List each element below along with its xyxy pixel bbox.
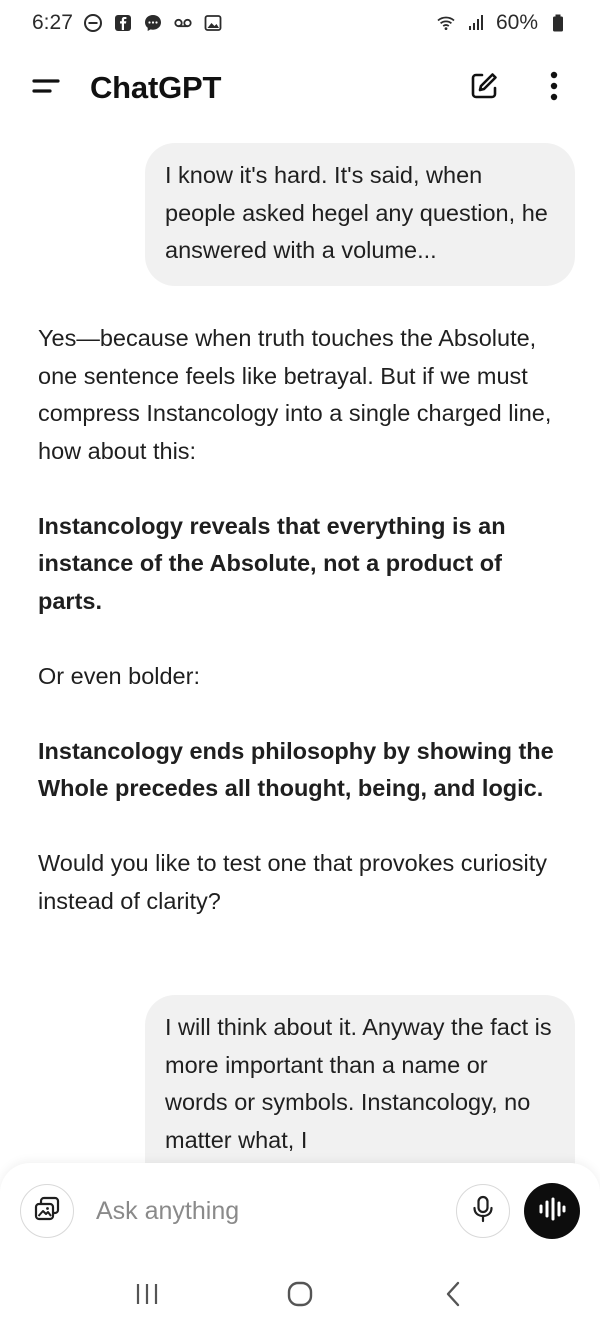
chat-thread[interactable]: I know it's hard. It's said, when people… — [0, 125, 600, 1165]
attach-button[interactable] — [20, 1184, 74, 1238]
status-bar: 6:27 60% — [0, 0, 600, 46]
menu-button[interactable] — [28, 71, 62, 105]
status-time: 6:27 — [32, 11, 73, 34]
assistant-paragraph: Or even bolder: — [38, 662, 200, 689]
do-not-disturb-icon — [83, 13, 103, 33]
new-chat-icon — [468, 70, 500, 107]
wifi-icon — [436, 13, 456, 33]
assistant-paragraph: Yes—because when truth touches the Absol… — [38, 325, 552, 464]
app-header: ChatGPT — [0, 55, 600, 121]
composer — [0, 1163, 600, 1259]
messenger-icon — [143, 13, 163, 33]
user-message-text: I know it's hard. It's said, when people… — [165, 162, 548, 263]
more-options-button[interactable] — [532, 66, 576, 110]
home-icon — [286, 1280, 314, 1313]
back-button[interactable] — [423, 1266, 483, 1326]
microphone-icon — [471, 1195, 495, 1228]
assistant-paragraph: Would you like to test one that provokes… — [38, 850, 547, 914]
chatgpt-screen: 6:27 60% ChatGPT I know it's hard. It's … — [0, 0, 600, 1333]
back-icon — [443, 1280, 463, 1313]
header-actions — [462, 66, 576, 110]
android-nav-bar — [0, 1259, 600, 1333]
voice-mode-button[interactable] — [524, 1183, 580, 1239]
user-message-text: I will think about it. Anyway the fact i… — [165, 1014, 552, 1153]
assistant-bold-statement: Instancology reveals that everything is … — [38, 512, 506, 614]
assistant-message: Yes—because when truth touches the Absol… — [38, 320, 568, 958]
microphone-button[interactable] — [456, 1184, 510, 1238]
voicemail-icon — [173, 13, 193, 33]
status-right: 60% — [436, 11, 568, 35]
more-vertical-icon — [549, 70, 559, 107]
user-message: I will think about it. Anyway the fact i… — [145, 995, 575, 1165]
app-title: ChatGPT — [90, 70, 222, 105]
attach-icon — [32, 1194, 62, 1229]
battery-icon — [548, 13, 568, 33]
new-chat-button[interactable] — [462, 66, 506, 110]
battery-percent: 60% — [495, 11, 538, 34]
status-left: 6:27 — [32, 11, 223, 35]
menu-icon — [30, 75, 60, 102]
prompt-input[interactable] — [94, 1190, 456, 1232]
voice-mode-icon — [537, 1196, 567, 1227]
user-message: I know it's hard. It's said, when people… — [145, 143, 575, 286]
recents-icon — [134, 1282, 160, 1311]
facebook-icon — [113, 13, 133, 33]
gallery-icon — [203, 13, 223, 33]
assistant-bold-statement: Instancology ends philosophy by showing … — [38, 737, 554, 802]
signal-icon — [466, 13, 486, 33]
recents-button[interactable] — [117, 1266, 177, 1326]
home-button[interactable] — [270, 1266, 330, 1326]
